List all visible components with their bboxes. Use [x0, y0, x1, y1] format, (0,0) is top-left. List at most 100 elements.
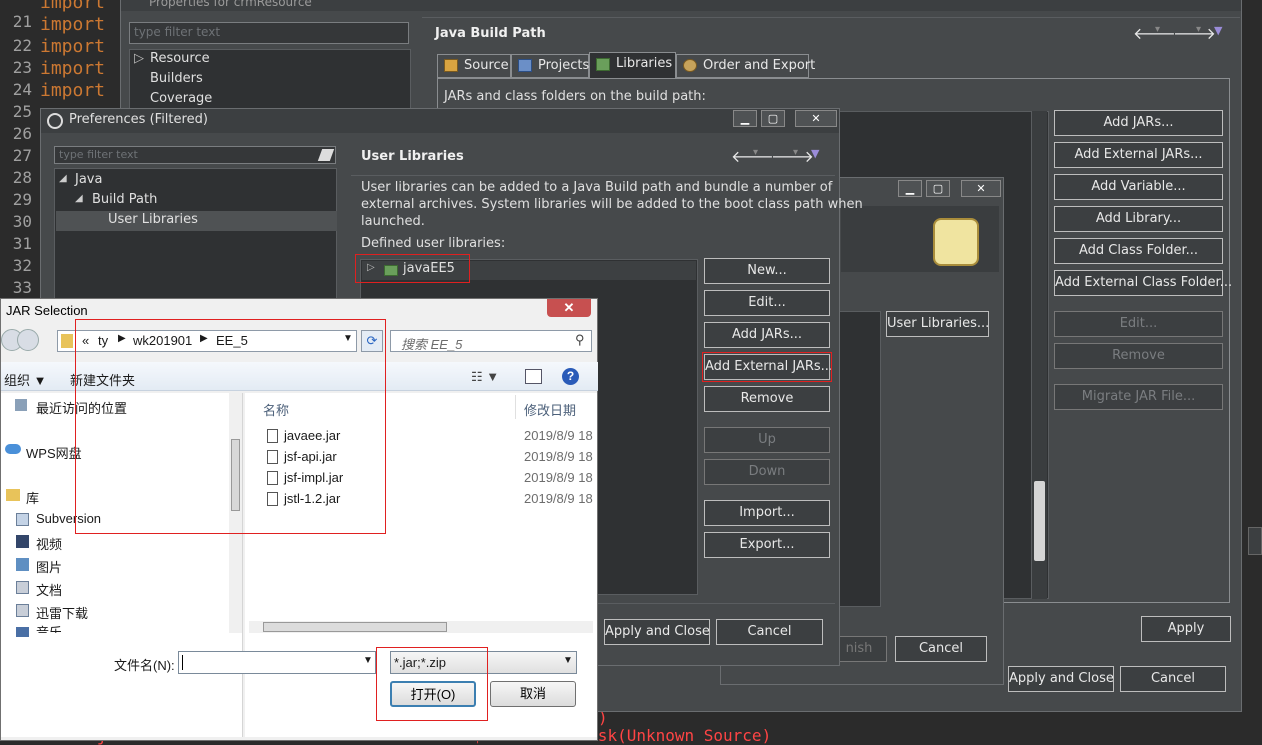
import-button[interactable]: Import... [704, 500, 830, 526]
chevron-down-icon[interactable]: ▾ [1196, 24, 1201, 35]
apply-and-close-button[interactable]: Apply and Close [1008, 666, 1114, 692]
cancel-button[interactable]: 取消 [490, 681, 576, 707]
forward-icon[interactable] [17, 329, 39, 351]
search-input[interactable]: 搜索 EE_5 ⚲ [390, 330, 592, 352]
tab-source[interactable]: Source [437, 54, 511, 78]
page-title: Java Build Path [435, 26, 546, 41]
column-date[interactable]: 修改日期 [524, 400, 576, 419]
chevron-down-icon[interactable]: ▾ [1155, 24, 1160, 35]
view-menu-icon[interactable]: ▼ [1214, 24, 1222, 37]
subversion-icon [16, 513, 29, 526]
add-class-folder-button[interactable]: Add Class Folder... [1054, 238, 1223, 264]
add-library-button[interactable]: Add Library... [1054, 206, 1223, 232]
line-number: 32 [12, 256, 32, 275]
expand-icon[interactable]: ▷ [134, 51, 144, 66]
filter-input[interactable]: type filter text [54, 146, 336, 164]
remove-button[interactable]: Remove [704, 386, 830, 412]
maximize-button[interactable]: ▢ [926, 180, 950, 197]
up-button[interactable]: Up [704, 427, 830, 453]
filter-input[interactable]: type filter text [129, 22, 409, 44]
chevron-down-icon[interactable]: ▾ [753, 147, 758, 158]
tree-item-builders[interactable]: Builders [150, 71, 203, 86]
line-number: 22 [12, 36, 32, 55]
preferences-titlebar: Preferences (Filtered) [41, 109, 839, 133]
filename-input[interactable]: ▼ [178, 651, 376, 674]
collapse-icon[interactable]: ◢ [75, 193, 83, 204]
horizontal-scrollbar[interactable] [249, 621, 593, 633]
filename-label: 文件名(N): [114, 658, 175, 673]
organize-menu[interactable]: 组织 ▼ [4, 370, 46, 389]
close-button[interactable]: ✕ [961, 180, 1001, 197]
highlight-box [702, 352, 832, 382]
file-date: 2019/8/9 18 [524, 449, 593, 464]
file-date: 2019/8/9 18 [524, 428, 593, 443]
minimize-button[interactable]: ▁ [733, 110, 757, 127]
import-keyword: import [40, 14, 106, 35]
add-variable-button[interactable]: Add Variable... [1054, 174, 1223, 200]
migrate-jar-button[interactable]: Migrate JAR File... [1054, 384, 1223, 410]
list-scrollbar[interactable] [1031, 111, 1047, 599]
line-number: 26 [12, 124, 32, 143]
chevron-down-icon[interactable]: ▾ [793, 147, 798, 158]
library-folder-icon [6, 489, 20, 501]
add-external-class-folder-button[interactable]: Add External Class Folder... [1054, 270, 1232, 296]
jar-dialog-title: JAR Selection [6, 303, 88, 318]
library-wizard-icon [933, 218, 979, 266]
tree-item-coverage[interactable]: Coverage [150, 91, 212, 106]
cancel-button[interactable]: Cancel [716, 619, 823, 645]
nav-documents[interactable]: 文档 [36, 580, 62, 599]
nav-library[interactable]: 库 [26, 488, 39, 507]
cancel-button[interactable]: Cancel [895, 636, 987, 662]
add-external-jars-button[interactable]: Add External JARs... [1054, 142, 1223, 168]
add-jars-button[interactable]: Add JARs... [704, 322, 830, 348]
maximize-button[interactable]: ▢ [761, 110, 785, 127]
add-jars-button[interactable]: Add JARs... [1054, 110, 1223, 136]
view-menu-icon[interactable]: ▼ [811, 147, 819, 160]
nav-pictures[interactable]: 图片 [36, 557, 62, 576]
import-keyword: import [40, 80, 106, 101]
tab-libraries[interactable]: Libraries [589, 52, 676, 79]
line-number: 31 [12, 234, 32, 253]
side-panel-tab[interactable] [1248, 527, 1262, 555]
edit-button[interactable]: Edit... [704, 290, 830, 316]
line-number: 30 [12, 212, 32, 231]
tree-item-build-path[interactable]: Build Path [92, 192, 157, 207]
import-keyword: import [40, 58, 106, 79]
cancel-button[interactable]: Cancel [1120, 666, 1226, 692]
close-button[interactable]: ✕ [547, 299, 591, 317]
tab-projects[interactable]: Projects [511, 54, 589, 78]
tree-item-resource[interactable]: Resource [150, 51, 210, 66]
chevron-down-icon[interactable]: ▼ [563, 655, 573, 666]
down-button[interactable]: Down [704, 459, 830, 485]
tab-order-and-export[interactable]: Order and Export [676, 54, 815, 78]
nav-wps[interactable]: WPS网盘 [26, 443, 82, 462]
pictures-icon [16, 558, 29, 571]
help-icon[interactable]: ? [562, 368, 579, 385]
export-button[interactable]: Export... [704, 532, 830, 558]
close-button[interactable]: ✕ [795, 110, 837, 127]
nav-video[interactable]: 视频 [36, 534, 62, 553]
chevron-down-icon[interactable]: ▼ [363, 655, 373, 666]
minimize-button[interactable]: ▁ [898, 180, 922, 197]
video-icon [16, 535, 29, 548]
edit-button[interactable]: Edit... [1054, 311, 1223, 337]
source-folder-icon [444, 59, 458, 72]
gear-icon [47, 113, 63, 129]
apply-button[interactable]: Apply [1141, 616, 1231, 642]
apply-and-close-button[interactable]: Apply and Close [604, 619, 710, 645]
build-path-list-label: JARs and class folders on the build path… [444, 89, 706, 104]
nav-thunder-download[interactable]: 迅雷下载 [36, 603, 88, 622]
recent-places-icon [15, 399, 27, 411]
nav-music[interactable]: 音乐 [36, 622, 62, 633]
tree-item-java[interactable]: Java [75, 172, 102, 187]
view-options-icon[interactable]: ☷ ▼ [471, 369, 499, 385]
preview-pane-icon[interactable] [525, 369, 542, 384]
remove-button[interactable]: Remove [1054, 343, 1223, 369]
user-libraries-button[interactable]: User Libraries... [886, 311, 989, 337]
new-button[interactable]: New... [704, 258, 830, 284]
forward-icon[interactable]: 🡒 [1173, 23, 1216, 43]
description-line: User libraries can be added to a Java Bu… [361, 180, 833, 195]
collapse-icon[interactable]: ◢ [59, 173, 67, 184]
page-title: User Libraries [361, 149, 464, 164]
tree-item-user-libraries[interactable]: User Libraries [108, 212, 198, 227]
